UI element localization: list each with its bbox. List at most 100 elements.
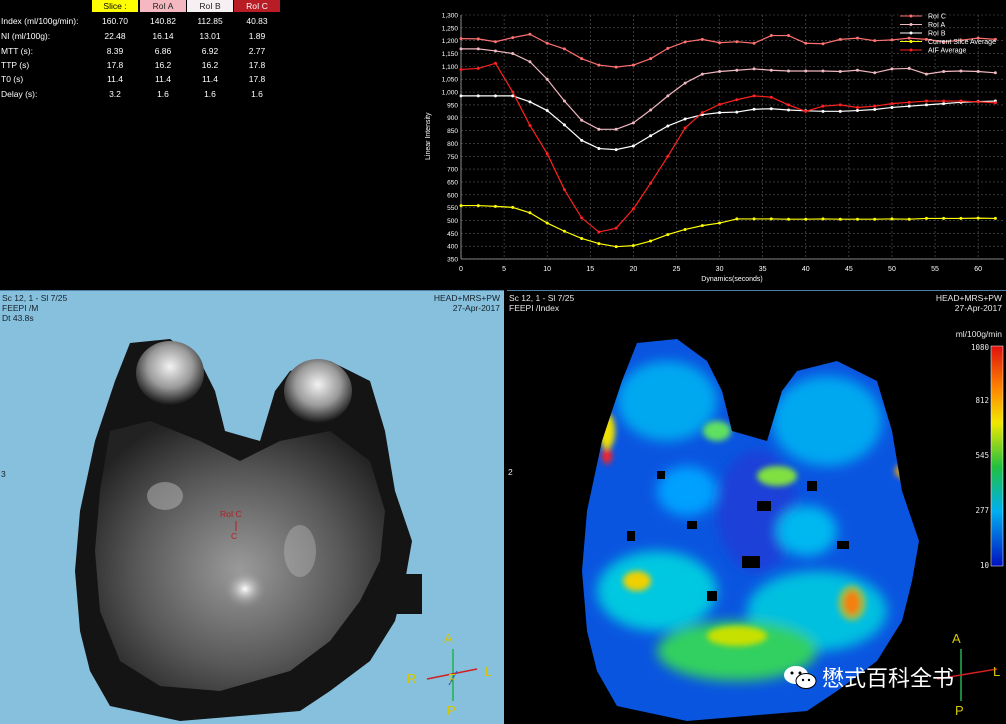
stat-value: 3.2 bbox=[109, 89, 121, 99]
data-point bbox=[769, 107, 773, 111]
y-tick-label: 600 bbox=[447, 192, 458, 199]
colorbar-title: ml/100g/min bbox=[955, 329, 1002, 339]
data-point bbox=[528, 211, 532, 215]
watermark: 懋式百科全书 bbox=[782, 661, 982, 692]
data-point bbox=[580, 216, 584, 220]
data-point bbox=[562, 99, 566, 103]
x-tick-label: 30 bbox=[716, 266, 724, 273]
data-point bbox=[855, 217, 859, 221]
data-point bbox=[459, 94, 463, 98]
y-tick-label: 1,300 bbox=[442, 13, 459, 20]
y-tick-label: 700 bbox=[447, 167, 458, 174]
stat-value: 6.86 bbox=[154, 46, 172, 56]
right-image-viewport[interactable]: Sc 12, 1 - Sl 7/25 FEEPI /Index HEAD+MRS… bbox=[507, 290, 1006, 724]
data-point bbox=[666, 94, 670, 98]
chart-legend: RoI CRoI A RoI BCurrent Slice Average AIF … bbox=[900, 14, 996, 55]
chart-series bbox=[459, 32, 997, 249]
stat-value: 1.6 bbox=[251, 89, 263, 99]
data-point bbox=[890, 38, 894, 42]
x-axis-label: Dynamics(seconds) bbox=[701, 276, 762, 283]
y-tick-label: 800 bbox=[447, 141, 458, 148]
data-point bbox=[545, 41, 549, 45]
data-point bbox=[493, 94, 497, 98]
data-point bbox=[942, 70, 946, 74]
legend-label: RoI C bbox=[928, 14, 946, 21]
data-point bbox=[580, 118, 584, 122]
data-point bbox=[683, 81, 687, 85]
data-point bbox=[649, 181, 653, 185]
data-point bbox=[562, 47, 566, 51]
data-point bbox=[597, 127, 601, 131]
data-point bbox=[683, 117, 687, 121]
data-point bbox=[459, 37, 463, 41]
left-orientation-indicator: A P R L F bbox=[405, 631, 500, 721]
data-point bbox=[942, 102, 946, 106]
colorbar-tick: 545 bbox=[975, 451, 989, 460]
data-point bbox=[511, 90, 515, 94]
data-point bbox=[597, 230, 601, 234]
colorbar-tick: 812 bbox=[975, 396, 989, 405]
data-point bbox=[614, 65, 618, 69]
stat-row-ttp: TTP (s) 17.8 16.2 16.2 17.8 bbox=[0, 58, 290, 72]
header-roi-c: RoI C bbox=[234, 0, 280, 12]
stat-value: 8.39 bbox=[106, 46, 124, 56]
data-point bbox=[493, 61, 497, 65]
x-tick-label: 45 bbox=[845, 266, 853, 273]
data-point bbox=[666, 46, 670, 50]
y-tick-label: 900 bbox=[447, 115, 458, 122]
stat-value: 16.14 bbox=[152, 31, 174, 41]
stat-value: 1.6 bbox=[204, 89, 216, 99]
x-tick-label: 35 bbox=[759, 266, 767, 273]
chart-axes: 0 5 10 15 20 25 30 35 40 45 50 55 60 350 400 450 500 550 6… bbox=[442, 13, 1004, 273]
data-point bbox=[545, 109, 549, 113]
y-axis-label: Linear Intensity bbox=[425, 112, 432, 160]
data-point bbox=[873, 104, 877, 108]
legend-marker bbox=[909, 40, 913, 43]
perfusion-index-map bbox=[582, 339, 1004, 721]
legend-marker bbox=[909, 23, 913, 26]
data-point bbox=[976, 216, 980, 220]
left-scan-info: Sc 12, 1 - Sl 7/25 FEEPI /M Dt 43.8s bbox=[2, 293, 68, 323]
data-point bbox=[821, 109, 825, 113]
data-point bbox=[545, 77, 549, 81]
data-point bbox=[666, 154, 670, 158]
data-point bbox=[855, 109, 859, 113]
roi-c-marker[interactable]: C bbox=[231, 531, 237, 541]
data-point bbox=[873, 108, 877, 112]
data-point bbox=[511, 205, 515, 209]
chart-grid bbox=[460, 14, 1004, 260]
series-line bbox=[460, 62, 996, 233]
data-point bbox=[597, 63, 601, 67]
legend-label: RoI B bbox=[928, 31, 946, 38]
series-line bbox=[460, 33, 996, 68]
data-point bbox=[752, 94, 756, 98]
data-point bbox=[614, 226, 618, 230]
data-point bbox=[993, 101, 997, 105]
time-intensity-chart[interactable]: 0 5 10 15 20 25 30 35 40 45 50 55 60 350 400 450 500 550 6… bbox=[420, 0, 1006, 288]
series-line bbox=[461, 48, 996, 130]
data-point bbox=[459, 204, 463, 208]
data-point bbox=[476, 66, 480, 70]
data-point bbox=[614, 148, 618, 152]
roi-c-label[interactable]: RoI C bbox=[220, 509, 242, 519]
x-tick-label: 40 bbox=[802, 266, 810, 273]
data-point bbox=[787, 108, 791, 112]
data-point bbox=[787, 103, 791, 107]
data-point bbox=[821, 217, 825, 221]
x-tick-label: 5 bbox=[502, 266, 506, 273]
series-line bbox=[461, 95, 996, 151]
left-image-viewport[interactable]: Sc 12, 1 - Sl 7/25 FEEPI /M Dt 43.8s HEA… bbox=[0, 290, 504, 724]
x-tick-label: 25 bbox=[673, 266, 681, 273]
data-point bbox=[631, 244, 635, 248]
data-point bbox=[890, 105, 894, 109]
x-tick-label: 55 bbox=[931, 266, 939, 273]
stat-value: 112.85 bbox=[197, 16, 223, 26]
data-point bbox=[718, 70, 722, 74]
x-tick-label: 0 bbox=[459, 266, 463, 273]
y-tick-label: 950 bbox=[447, 102, 458, 109]
stat-value: 140.82 bbox=[150, 16, 176, 26]
data-point bbox=[821, 104, 825, 108]
stat-value: 22.48 bbox=[104, 31, 126, 41]
data-point bbox=[924, 72, 928, 76]
right-side-marker: 2 bbox=[508, 467, 513, 477]
